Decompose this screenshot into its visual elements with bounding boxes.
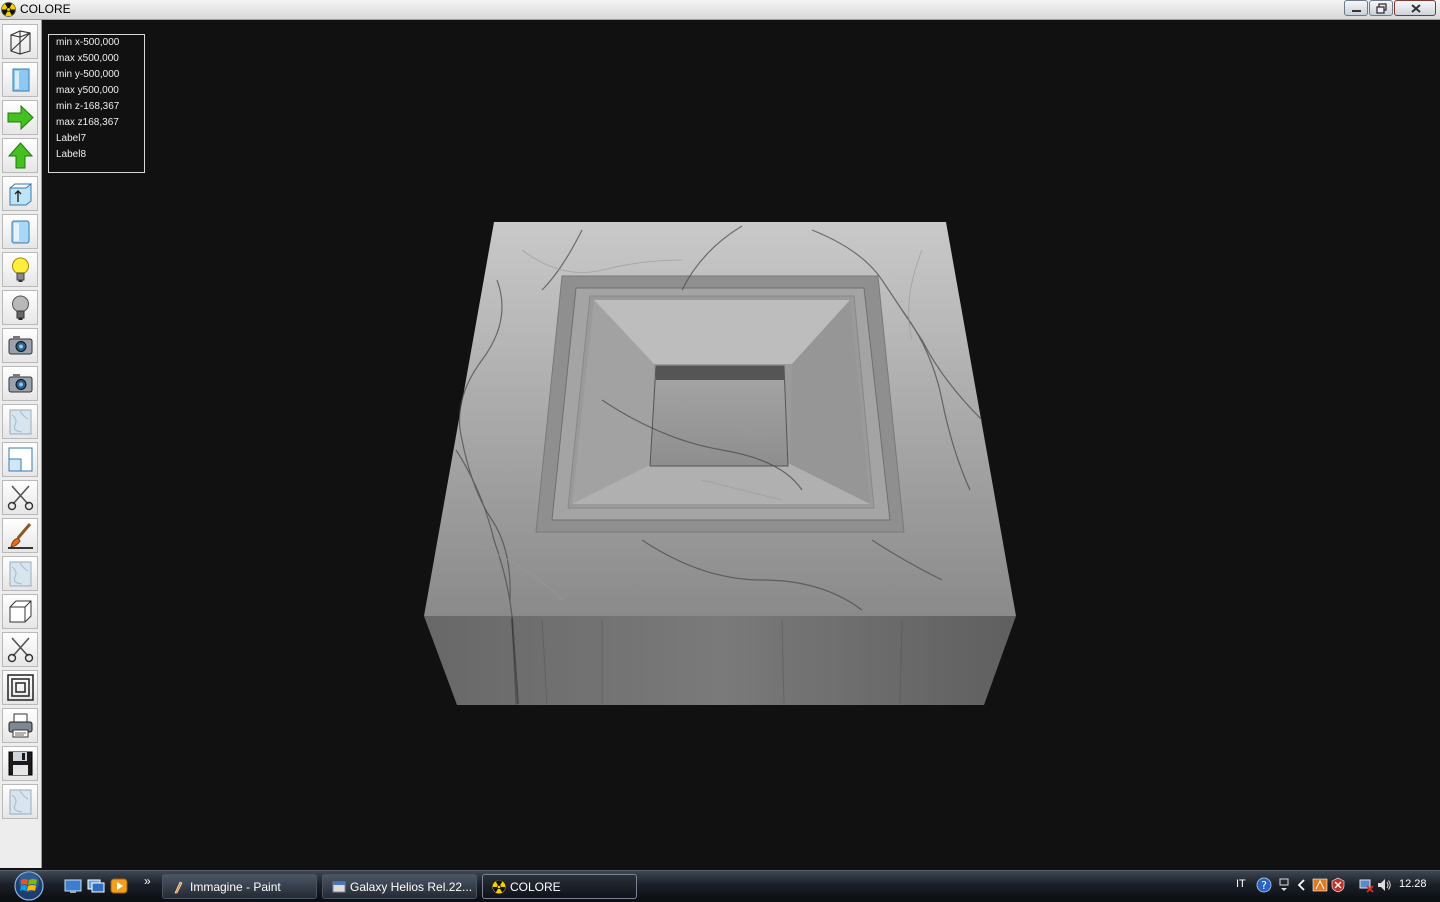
close-icon	[1411, 4, 1421, 13]
basin-drain-shadow	[656, 366, 784, 380]
task-colore[interactable]: COLORE	[482, 874, 637, 899]
quick-launch-overflow[interactable]: »	[144, 874, 151, 888]
tool-palette	[0, 20, 42, 868]
paint-icon	[174, 881, 183, 894]
security-alert-icon[interactable]	[1330, 877, 1346, 893]
camera-tool-1[interactable]	[2, 328, 38, 363]
marble-sink-model	[424, 222, 1016, 706]
max-x-label: max x500,000	[56, 53, 119, 64]
label7: Label7	[56, 133, 87, 144]
scissors-icon	[7, 637, 34, 663]
cut-tool-1[interactable]	[2, 480, 38, 515]
system-tray: IT ? 12.28	[1228, 871, 1440, 901]
paintbrush-icon	[8, 523, 33, 549]
green-arrow-right-icon	[7, 104, 34, 131]
max-y-label: max y500,000	[56, 85, 119, 96]
nested-squares-tool[interactable]	[2, 670, 38, 705]
svg-text:?: ?	[1261, 879, 1267, 892]
texture-tool-1[interactable]	[2, 404, 38, 439]
show-desktop-icon[interactable]	[64, 878, 82, 894]
arrow-up-tool[interactable]	[2, 138, 38, 173]
texture-tool-2[interactable]	[2, 556, 38, 591]
wireframe-box-tool[interactable]	[2, 24, 38, 59]
volume-icon[interactable]	[1376, 877, 1392, 893]
min-z-label: min z-168,367	[56, 101, 120, 112]
scissors-icon	[7, 485, 34, 511]
firewall-icon[interactable]	[1312, 877, 1328, 893]
print-tool[interactable]	[2, 708, 38, 743]
white-cube-icon	[9, 600, 32, 623]
cube-tool[interactable]	[2, 594, 38, 629]
extrude-up-tool[interactable]	[2, 176, 38, 211]
cylinder-tool[interactable]	[2, 214, 38, 249]
task-galaxy-helios-label: Galaxy Helios Rel.22...	[350, 880, 473, 894]
arrow-right-tool[interactable]	[2, 100, 38, 135]
camera-icon	[8, 336, 33, 355]
lightbulb-off-icon	[12, 295, 29, 320]
window-frame-icon	[8, 447, 33, 472]
light-off-tool[interactable]	[2, 290, 38, 325]
task-paint[interactable]: Immagine - Paint	[162, 874, 317, 899]
save-tool[interactable]	[2, 746, 38, 781]
clock[interactable]: 12.28	[1399, 878, 1427, 890]
nested-squares-icon	[7, 674, 34, 701]
marble-texture-icon	[9, 561, 32, 587]
light-on-tool[interactable]	[2, 252, 38, 287]
paint-tool[interactable]	[2, 518, 38, 553]
window-title: COLORE	[20, 2, 71, 16]
close-button[interactable]	[1394, 0, 1436, 16]
show-hidden-icons-chevron-icon[interactable]	[1294, 877, 1310, 893]
help-icon[interactable]: ?	[1256, 877, 1272, 893]
taskbar: » Immagine - Paint Galaxy Helios Rel.22.…	[0, 870, 1440, 901]
media-player-icon[interactable]	[110, 878, 128, 894]
task-paint-label: Immagine - Paint	[190, 880, 281, 894]
title-bar: COLORE	[0, 0, 1440, 20]
restore-button[interactable]	[1369, 0, 1393, 16]
extents-info-panel: min x-500,000 max x500,000 min y-500,000…	[48, 34, 145, 173]
min-x-label: min x-500,000	[56, 37, 120, 48]
blue-panel-tool[interactable]	[2, 62, 38, 97]
blue-cylinder-icon	[11, 220, 30, 244]
language-options-icon[interactable]	[1276, 877, 1292, 893]
task-galaxy-helios[interactable]: Galaxy Helios Rel.22...	[322, 874, 477, 899]
max-z-label: max z168,367	[56, 117, 119, 128]
box-arrow-up-icon	[9, 182, 32, 206]
label8: Label8	[56, 149, 87, 160]
camera-icon	[8, 374, 33, 393]
radiation-icon	[1, 2, 16, 17]
colore-radiation-icon	[492, 880, 506, 894]
3d-viewport[interactable]	[42, 20, 1440, 868]
cut-tool-2[interactable]	[2, 632, 38, 667]
minimize-button[interactable]	[1344, 0, 1368, 16]
camera-tool-2[interactable]	[2, 366, 38, 401]
blue-panel-icon	[12, 68, 30, 92]
restore-icon	[1376, 3, 1387, 14]
window-tool[interactable]	[2, 442, 38, 477]
marble-texture-icon	[9, 409, 32, 435]
lightbulb-on-icon	[12, 257, 29, 282]
start-button[interactable]	[9, 871, 49, 902]
switch-windows-icon[interactable]	[87, 878, 105, 894]
floppy-disk-icon	[8, 751, 33, 776]
language-indicator[interactable]: IT	[1236, 878, 1246, 890]
minimize-icon	[1352, 10, 1361, 12]
green-arrow-up-icon	[7, 142, 34, 169]
marble-texture-icon	[9, 789, 32, 815]
min-y-label: min y-500,000	[56, 69, 120, 80]
texture-tool-3[interactable]	[2, 784, 38, 819]
task-colore-label: COLORE	[510, 880, 561, 894]
network-disconnected-icon[interactable]	[1358, 877, 1374, 893]
printer-icon	[8, 713, 33, 738]
wireframe-cube-icon	[10, 30, 31, 55]
application-icon	[332, 881, 346, 893]
